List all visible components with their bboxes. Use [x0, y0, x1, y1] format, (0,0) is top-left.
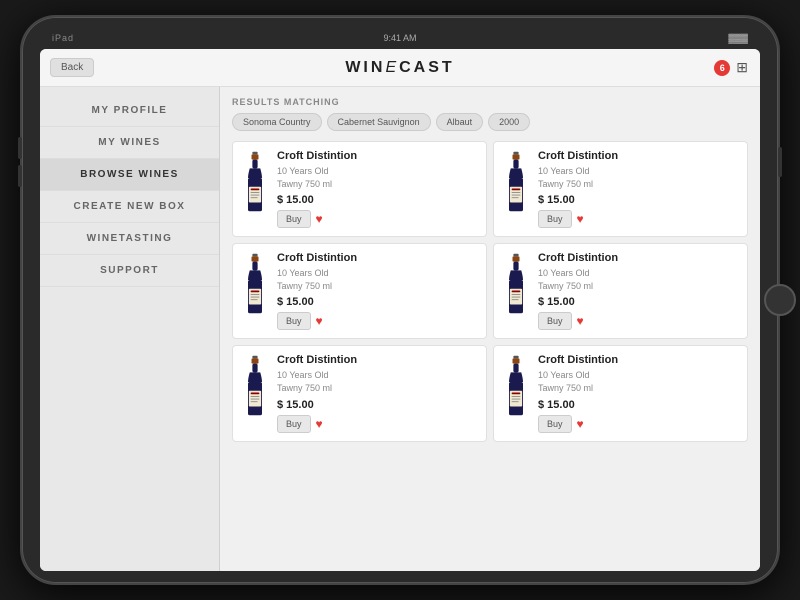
wine-name-2: Croft Distintion: [277, 252, 478, 264]
favorite-button-2[interactable]: ♥: [316, 314, 323, 328]
wine-actions-1: Buy ♥: [538, 210, 739, 228]
wine-actions-0: Buy ♥: [277, 210, 478, 228]
wine-card-4: Croft Distintion 10 Years OldTawny 750 m…: [232, 345, 487, 441]
sidebar-item-my-profile[interactable]: MY PROFILE: [40, 95, 219, 127]
wine-name-4: Croft Distintion: [277, 354, 478, 366]
wine-actions-3: Buy ♥: [538, 312, 739, 330]
battery-icon: ▓▓▓: [728, 33, 748, 43]
cart-area: 6 ⊞: [714, 59, 748, 76]
favorite-button-5[interactable]: ♥: [577, 417, 584, 431]
wine-card-2: Croft Distintion 10 Years OldTawny 750 m…: [232, 243, 487, 339]
volume-up-button[interactable]: [18, 137, 22, 159]
wine-info-3: Croft Distintion 10 Years OldTawny 750 m…: [538, 252, 739, 330]
wine-name-5: Croft Distintion: [538, 354, 739, 366]
app-header: Back WINeCAST 6 ⊞: [40, 49, 760, 87]
favorite-button-0[interactable]: ♥: [316, 212, 323, 226]
power-button[interactable]: [778, 147, 782, 177]
app-body: MY PROFILE MY WINES BROWSE WINES CREATE …: [40, 87, 760, 571]
wine-card-1: Croft Distintion 10 Years OldTawny 750 m…: [493, 141, 748, 237]
wine-desc-0: 10 Years OldTawny 750 ml: [277, 165, 478, 190]
cart-badge: 6: [714, 60, 730, 76]
wine-bottle-4: [241, 354, 269, 424]
wine-price-2: $ 15.00: [277, 296, 478, 308]
app-title: WINeCAST: [345, 59, 454, 77]
buy-button-1[interactable]: Buy: [538, 210, 572, 228]
wine-info-1: Croft Distintion 10 Years OldTawny 750 m…: [538, 150, 739, 228]
home-button[interactable]: [764, 284, 796, 316]
wine-card-0: Croft Distintion 10 Years OldTawny 750 m…: [232, 141, 487, 237]
wine-actions-2: Buy ♥: [277, 312, 478, 330]
wine-bottle-5: [502, 354, 530, 424]
ipad-label: iPad: [52, 33, 74, 43]
wine-info-0: Croft Distintion 10 Years OldTawny 750 m…: [277, 150, 478, 228]
buy-button-4[interactable]: Buy: [277, 415, 311, 433]
wine-desc-4: 10 Years OldTawny 750 ml: [277, 369, 478, 394]
wine-price-5: $ 15.00: [538, 399, 739, 411]
cart-icon[interactable]: ⊞: [736, 59, 748, 76]
device-frame: iPad 9:41 AM ▓▓▓ Back WINeCAST 6 ⊞ MY PR…: [20, 15, 780, 585]
status-bar: iPad 9:41 AM ▓▓▓: [40, 27, 760, 49]
buy-button-3[interactable]: Buy: [538, 312, 572, 330]
status-icons: ▓▓▓: [728, 33, 748, 43]
sidebar-item-my-wines[interactable]: MY WINES: [40, 127, 219, 159]
favorite-button-4[interactable]: ♥: [316, 417, 323, 431]
main-content: RESULTS MATCHING Sonoma Country Cabernet…: [220, 87, 760, 571]
wine-actions-4: Buy ♥: [277, 415, 478, 433]
filter-tag-albaut[interactable]: Albaut: [436, 113, 484, 131]
wine-name-0: Croft Distintion: [277, 150, 478, 162]
wine-price-1: $ 15.00: [538, 194, 739, 206]
wine-price-0: $ 15.00: [277, 194, 478, 206]
back-button[interactable]: Back: [50, 58, 94, 77]
sidebar: MY PROFILE MY WINES BROWSE WINES CREATE …: [40, 87, 220, 571]
filter-tag-year[interactable]: 2000: [488, 113, 530, 131]
wine-desc-2: 10 Years OldTawny 750 ml: [277, 267, 478, 292]
wine-price-4: $ 15.00: [277, 399, 478, 411]
wine-grid: Croft Distintion 10 Years OldTawny 750 m…: [232, 141, 748, 442]
time-display: 9:41 AM: [383, 33, 416, 43]
wine-actions-5: Buy ♥: [538, 415, 739, 433]
wine-info-5: Croft Distintion 10 Years OldTawny 750 m…: [538, 354, 739, 432]
buy-button-0[interactable]: Buy: [277, 210, 311, 228]
wine-card-3: Croft Distintion 10 Years OldTawny 750 m…: [493, 243, 748, 339]
wine-name-1: Croft Distintion: [538, 150, 739, 162]
wine-bottle-2: [241, 252, 269, 322]
wine-desc-1: 10 Years OldTawny 750 ml: [538, 165, 739, 190]
sidebar-item-browse-wines[interactable]: BROWSE WINES: [40, 159, 219, 191]
wine-card-5: Croft Distintion 10 Years OldTawny 750 m…: [493, 345, 748, 441]
favorite-button-3[interactable]: ♥: [577, 314, 584, 328]
results-label: RESULTS MATCHING: [232, 97, 748, 107]
favorite-button-1[interactable]: ♥: [577, 212, 584, 226]
filter-tag-cabernet[interactable]: Cabernet Sauvignon: [327, 113, 431, 131]
wine-price-3: $ 15.00: [538, 296, 739, 308]
wine-bottle-3: [502, 252, 530, 322]
buy-button-5[interactable]: Buy: [538, 415, 572, 433]
buy-button-2[interactable]: Buy: [277, 312, 311, 330]
volume-down-button[interactable]: [18, 165, 22, 187]
wine-info-4: Croft Distintion 10 Years OldTawny 750 m…: [277, 354, 478, 432]
wine-info-2: Croft Distintion 10 Years OldTawny 750 m…: [277, 252, 478, 330]
wine-name-3: Croft Distintion: [538, 252, 739, 264]
filter-tag-sonoma[interactable]: Sonoma Country: [232, 113, 322, 131]
sidebar-item-winetasting[interactable]: WINETASTING: [40, 223, 219, 255]
wine-bottle-0: [241, 150, 269, 220]
sidebar-item-create-new-box[interactable]: CREATE NEW BOX: [40, 191, 219, 223]
filter-tags: Sonoma Country Cabernet Sauvignon Albaut…: [232, 113, 748, 131]
screen: Back WINeCAST 6 ⊞ MY PROFILE MY WINES BR…: [40, 49, 760, 571]
wine-desc-3: 10 Years OldTawny 750 ml: [538, 267, 739, 292]
wine-desc-5: 10 Years OldTawny 750 ml: [538, 369, 739, 394]
wine-bottle-1: [502, 150, 530, 220]
sidebar-item-support[interactable]: SUPPORT: [40, 255, 219, 287]
